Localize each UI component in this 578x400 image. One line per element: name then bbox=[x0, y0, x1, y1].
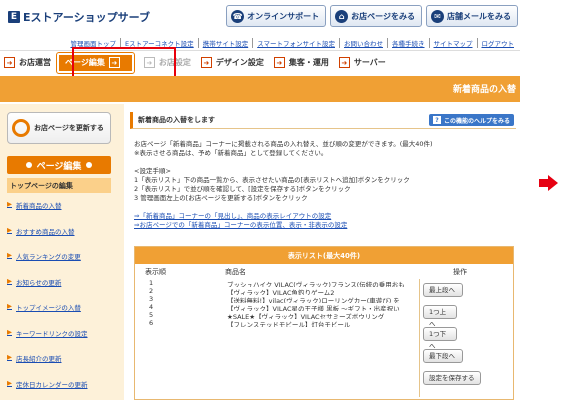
list-item[interactable]: 1 ブッシュハイク VILAC(ヴィラック)フランス(伝統の乗用おも bbox=[139, 279, 419, 287]
arrow-right-icon: ➜ bbox=[338, 57, 350, 68]
sublink-logout[interactable]: ログアウト bbox=[476, 38, 519, 48]
intro-line: お店ページ「新着商品」コーナーに掲載される商品の入れ替え、並び順の変更ができます… bbox=[134, 140, 433, 148]
sidebar-item-manager-intro[interactable]: ▶ 店長紹介の更新 bbox=[7, 353, 115, 379]
bullet-icon: ▶ bbox=[7, 327, 12, 336]
save-settings-button[interactable]: 設定を保存する bbox=[423, 371, 481, 385]
steps-title: <設定手順> bbox=[134, 167, 171, 175]
col-order-header: 表示順 bbox=[145, 268, 166, 276]
list-columns: 表示順 商品名 操作 bbox=[135, 264, 513, 278]
bullet-icon: ▶ bbox=[7, 378, 12, 387]
nav-server[interactable]: ➜ サーバー bbox=[335, 53, 386, 73]
move-top-button[interactable]: 最上段へ bbox=[423, 283, 463, 297]
list-item[interactable]: 3 【送料無料!】vilac(ヴィラック)ローリングカー(車遊び) を bbox=[139, 295, 419, 303]
view-store-button[interactable]: ⌂ お店ページをみる bbox=[330, 5, 422, 27]
section-title: 新着商品の入替をします ? この機能のヘルプをみる bbox=[130, 112, 516, 129]
step-line: 1「表示リスト」下の商品一覧から、表示させたい商品の[表示リストへ追加]ボタンを… bbox=[134, 176, 410, 184]
sidebar-item-new-products[interactable]: ▶ 新着商品の入替 bbox=[7, 200, 115, 226]
sidebar-item-top-image[interactable]: ▶ トップイメージの入替 bbox=[7, 302, 115, 328]
list-divider bbox=[419, 279, 420, 397]
sidebar: お店ページを更新する ページ編集 トップページの編集 ▶ 新着商品の入替 ▶ おすす… bbox=[0, 104, 124, 400]
dot-icon bbox=[86, 162, 93, 168]
page-title-bar: 新着商品の入替 bbox=[0, 76, 520, 102]
mail-icon: ✉ bbox=[431, 9, 444, 23]
intro-line: ※表示させる商品は、予め「新着商品」として登録してください。 bbox=[134, 149, 328, 157]
move-bottom-button[interactable]: 最下段へ bbox=[423, 349, 463, 363]
sublink-smartphone-site[interactable]: スマートフォンサイト設定 bbox=[252, 38, 339, 48]
list-item[interactable]: 5 ★SALE★【ヴィラック】VILACセサミーズボウリング bbox=[139, 311, 419, 319]
bullet-icon: ▶ bbox=[7, 225, 12, 234]
layout-settings-link[interactable]: ⇒「新着商品」コーナーの「見出し」、商品の表示レイアウトの設定 bbox=[134, 212, 514, 221]
sidebar-item-news[interactable]: ▶ お知らせの更新 bbox=[7, 277, 115, 303]
nav-marketing[interactable]: ➜ 集客・運用 bbox=[270, 53, 329, 73]
sublink-procedures[interactable]: 各種手続き bbox=[387, 38, 429, 48]
store-icon: ⌂ bbox=[335, 9, 349, 23]
bullet-icon: ▶ bbox=[7, 353, 12, 361]
sublink-sitemap[interactable]: サイトマップ bbox=[428, 38, 477, 48]
right-margin bbox=[520, 0, 578, 400]
sidebar-section-title: ページ編集 bbox=[7, 156, 111, 174]
sidebar-links: ▶ 新着商品の入替 ▶ おすすめ商品の入替 ▶ 人気ランキングの変更 ▶ お知らせの更新… bbox=[7, 200, 115, 400]
display-position-link[interactable]: ⇒お店ページでの「新着商品」コーナーの表示位置、表示・非表示の設定 bbox=[134, 221, 514, 230]
move-up-button[interactable]: 1つ上へ bbox=[423, 305, 457, 328]
display-list: 表示リスト(最大40件) 表示順 商品名 操作 1 ブッシュハイク VILAC(ヴ… bbox=[134, 246, 514, 400]
arrow-right-icon: ➜ bbox=[200, 57, 212, 68]
product-list[interactable]: 1 ブッシュハイク VILAC(ヴィラック)フランス(伝統の乗用おも 2 【ヴィラッ… bbox=[139, 279, 419, 327]
header-buttons: ☎ オンラインサポート ⌂ お店ページをみる ✉ 店舗メールをみる bbox=[226, 5, 518, 27]
sublink-contact[interactable]: お問い合わせ bbox=[339, 38, 387, 48]
sidebar-item-keyword-link[interactable]: ▶ キーワードリンクの設定 bbox=[7, 328, 115, 354]
help-button[interactable]: ? この機能のヘルプをみる bbox=[428, 114, 514, 126]
nav-design-settings[interactable]: ➜ デザイン設定 bbox=[197, 53, 264, 73]
logo[interactable]: E Eストアーショップサーブ bbox=[8, 9, 150, 25]
sidebar-item-recommended[interactable]: ▶ おすすめ商品の入替 bbox=[7, 226, 115, 252]
logo-text: Eストアーショップサーブ bbox=[23, 11, 150, 24]
page-title: 新着商品の入替 bbox=[452, 85, 516, 95]
sublink-mobile-site[interactable]: 携帯サイト設定 bbox=[197, 38, 253, 48]
sidebar-item-holiday-calendar[interactable]: ▶ 定休日カレンダーの更新 bbox=[7, 379, 115, 400]
col-ops-header: 操作 bbox=[453, 268, 467, 276]
question-icon: ? bbox=[432, 116, 441, 124]
nav-store-operation[interactable]: ➜ お店運営 bbox=[0, 53, 51, 73]
online-support-button[interactable]: ☎ オンラインサポート bbox=[226, 5, 327, 27]
arrow-right-icon: ➜ bbox=[4, 57, 15, 68]
sidebar-top-item: トップページの編集 bbox=[7, 178, 111, 193]
list-item[interactable]: 2 【ヴィラック】VILAC魚釣りゲーム2 bbox=[139, 287, 419, 295]
bullet-icon: ▶ bbox=[7, 251, 12, 259]
list-item[interactable]: 4 【ヴィラック】VILAC星の王子様 黒板 ～ギフト・出産祝い bbox=[139, 303, 419, 311]
refresh-icon bbox=[12, 119, 30, 137]
display-list-title: 表示リスト(最大40件) bbox=[135, 247, 513, 264]
col-name-header: 商品名 bbox=[225, 268, 246, 276]
headset-icon: ☎ bbox=[231, 9, 245, 23]
bullet-icon: ▶ bbox=[7, 302, 12, 310]
dot-icon bbox=[25, 162, 32, 168]
arrow-right-icon: ➜ bbox=[273, 57, 285, 68]
sidebar-item-ranking[interactable]: ▶ 人気ランキングの変更 bbox=[7, 251, 115, 277]
main-content: 新着商品の入替をします ? この機能のヘルプをみる お店ページ「新着商品」コーナ… bbox=[126, 104, 520, 400]
red-arrow-icon bbox=[539, 179, 548, 187]
admin-page: E Eストアーショップサーブ ☎ オンラインサポート ⌂ お店ページをみる ✉ … bbox=[0, 0, 520, 400]
list-item[interactable]: 6 【フレンステッドモビール】灯台モビール bbox=[139, 319, 419, 327]
step-line: 3 管理画面左上の[お店ページを更新する]ボタンをクリック bbox=[134, 194, 308, 202]
logo-mark-icon: E bbox=[8, 11, 20, 23]
move-down-button[interactable]: 1つ下へ bbox=[423, 327, 457, 350]
store-mail-button[interactable]: ✉ 店舗メールをみる bbox=[426, 5, 518, 27]
red-arrow-icon bbox=[548, 175, 558, 191]
refresh-store-button[interactable]: お店ページを更新する bbox=[7, 112, 111, 144]
bullet-icon: ▶ bbox=[7, 200, 12, 208]
ops-buttons: 最上段へ 1つ上へ 1つ下へ 最下段へ bbox=[423, 283, 507, 371]
bullet-icon: ▶ bbox=[7, 276, 12, 285]
step-line: 2「表示リスト」で並び順を確認して、[設定を保存する]ボタンをクリック bbox=[134, 185, 351, 193]
instructions: お店ページ「新着商品」コーナーに掲載される商品の入れ替え、並び順の変更ができます… bbox=[134, 140, 514, 230]
